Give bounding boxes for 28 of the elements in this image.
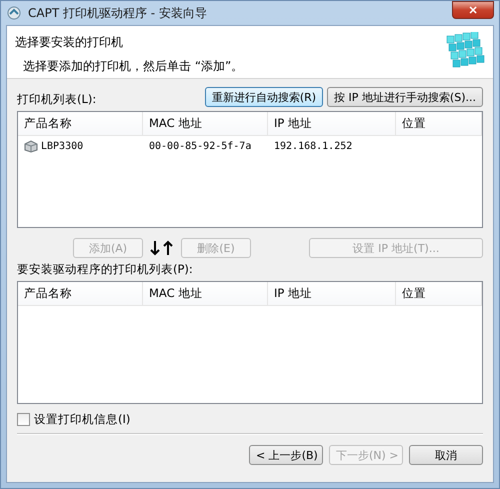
column-header[interactable]: 产品名称 (18, 112, 143, 136)
search-button[interactable]: 按 IP 地址进行手动搜索(S)... (327, 87, 483, 107)
window-title: CAPT 打印机驱动程序 - 安装向导 (28, 4, 208, 22)
column-header[interactable]: MAC 地址 (143, 112, 268, 136)
column-header[interactable]: IP 地址 (268, 112, 396, 136)
app-icon (6, 5, 22, 21)
table-cell: LBP3300 (41, 141, 84, 152)
wizard-button[interactable]: 取消 (409, 445, 483, 465)
instruction-text: 选择要添加的打印机，然后单击 “添加”。 (22, 58, 244, 75)
page-title: 选择要安装的打印机 (15, 34, 124, 51)
column-header[interactable]: 位置 (396, 282, 482, 306)
table-cell: 00-00-85-92-5f-7a (149, 141, 252, 152)
list-label: 打印机列表(L): (17, 92, 98, 107)
printer-table[interactable]: 产品名称 MAC 地址 IP 地址 位置 (17, 281, 483, 404)
wizard-button[interactable]: < 上一步(B) (249, 445, 323, 465)
column-header[interactable]: 产品名称 (18, 282, 143, 306)
column-header[interactable]: MAC 地址 (143, 282, 268, 306)
table-cell: 192.168.1.252 (274, 141, 352, 152)
search-button[interactable]: 重新进行自动搜索(R) (204, 87, 324, 107)
column-header[interactable]: IP 地址 (268, 282, 396, 306)
close-button[interactable]: ✕ (452, 1, 494, 19)
printer-icon (24, 140, 38, 153)
checkbox[interactable] (17, 413, 30, 426)
column-header[interactable]: 位置 (396, 112, 482, 136)
list-label: 要安装驱动程序的打印机列表(P): (17, 262, 194, 277)
checkbox-label[interactable]: 设置打印机信息(I) (34, 412, 130, 427)
printer-table[interactable]: 产品名称 MAC 地址 IP 地址 位置 LBP3300 00-00-85-92-5f-7a 192.168.1.252 (17, 111, 483, 228)
down-up-arrows-icon (149, 240, 175, 256)
